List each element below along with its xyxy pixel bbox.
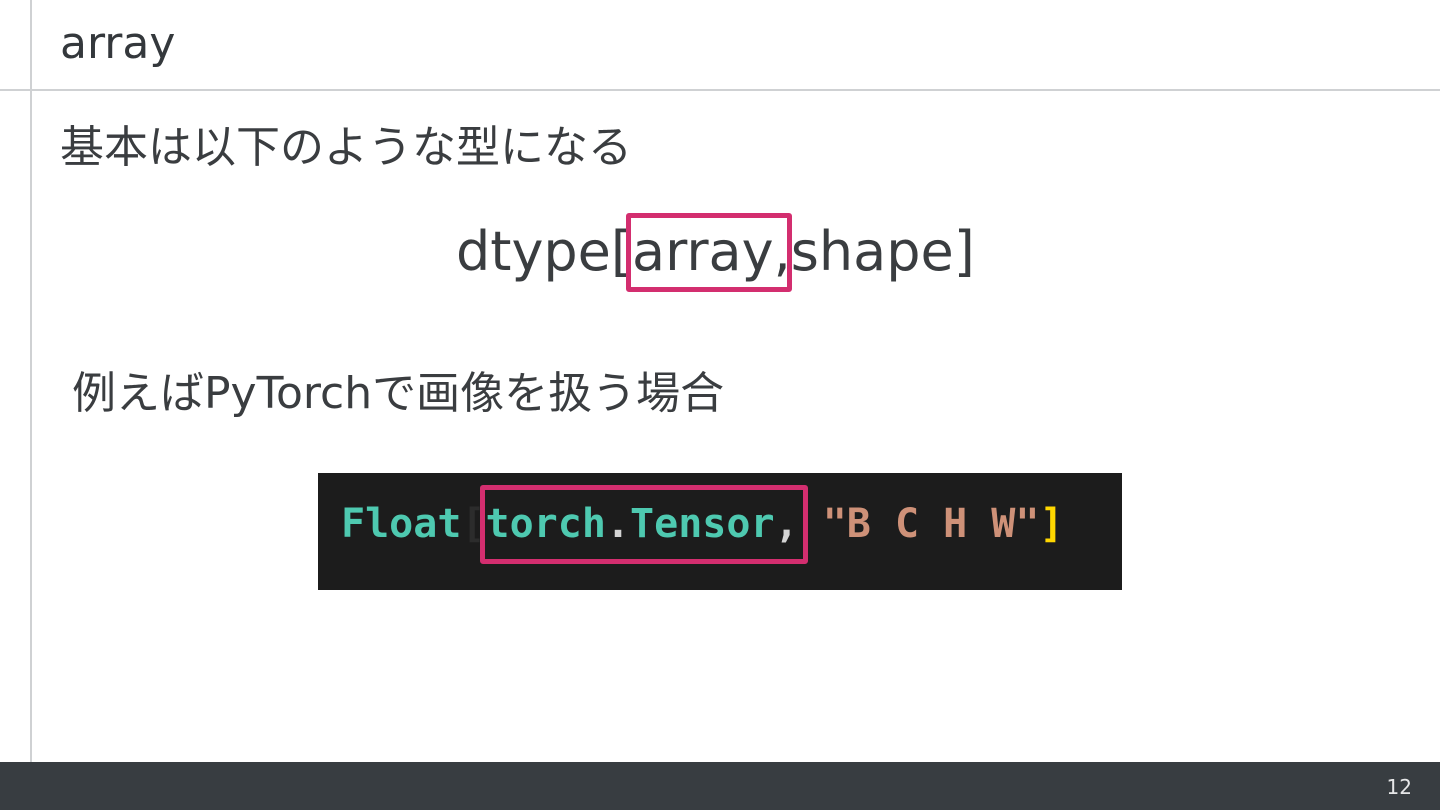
code-type-name: Float <box>341 501 462 547</box>
footer-bar: 12 <box>0 762 1440 810</box>
title-divider <box>0 89 1440 91</box>
code-close-bracket: ] <box>1039 501 1064 547</box>
example-heading: 例えばPyTorchで画像を扱う場合 <box>72 368 725 419</box>
type-expression-prefix: dtype[ <box>456 220 632 283</box>
page-number: 12 <box>1386 775 1412 799</box>
code-shape-string: "B C H W" <box>822 501 1040 547</box>
tensor-highlight-box <box>480 485 808 564</box>
left-divider <box>30 0 32 762</box>
type-expression-suffix: shape] <box>790 220 975 283</box>
array-highlight-box <box>626 213 792 292</box>
slide-title: array <box>60 18 176 69</box>
lead-text: 基本は以下のような型になる <box>60 122 632 173</box>
